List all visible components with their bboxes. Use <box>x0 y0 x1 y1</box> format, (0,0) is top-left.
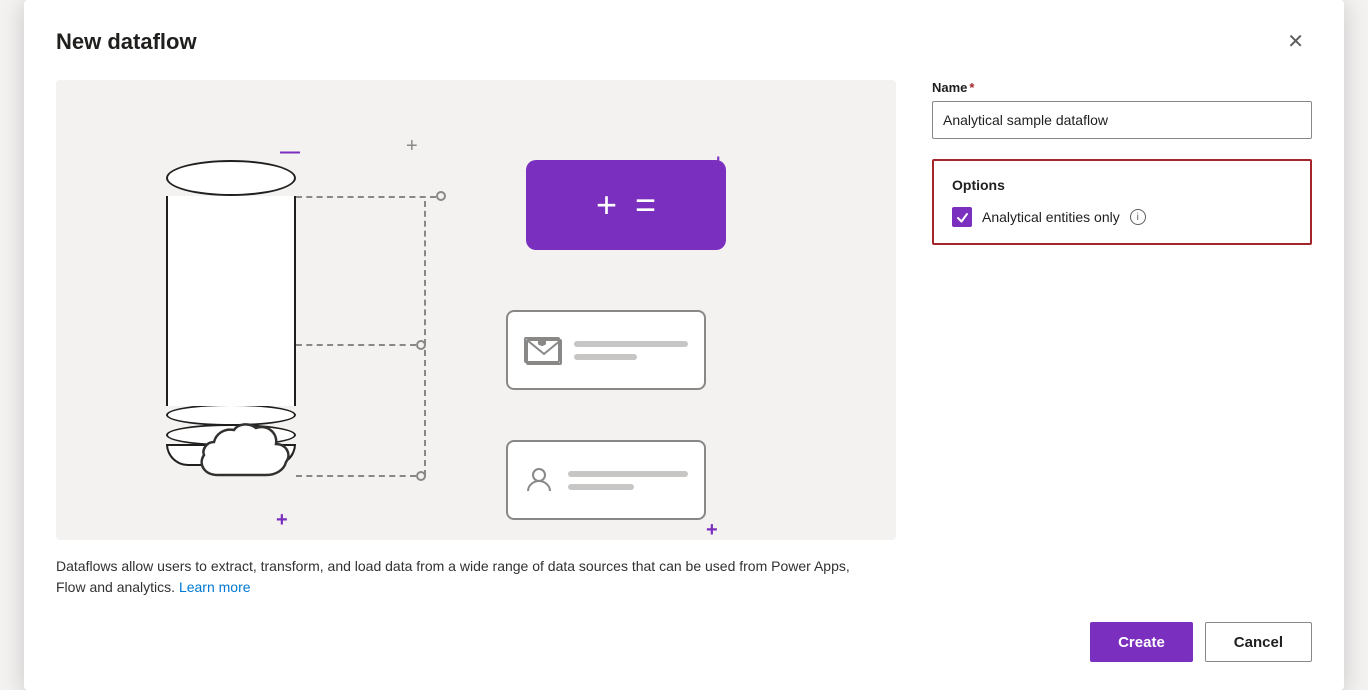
options-title: Options <box>952 177 1292 193</box>
deco-plus-3: + <box>706 520 718 540</box>
dialog-header: New dataflow ✕ <box>56 28 1312 56</box>
email-card <box>506 310 706 390</box>
cancel-button[interactable]: Cancel <box>1205 622 1312 662</box>
analytical-entities-checkbox[interactable] <box>952 207 972 227</box>
learn-more-link[interactable]: Learn more <box>179 579 251 595</box>
card-line-2 <box>574 354 637 360</box>
new-dataflow-dialog: New dataflow ✕ <box>24 0 1344 690</box>
person-card <box>506 440 706 520</box>
email-card-lines <box>574 341 688 360</box>
person-card-line-2 <box>568 484 634 490</box>
plus-icon: + <box>596 187 617 223</box>
dialog-body: + = <box>56 80 1312 598</box>
deco-plus-1: + <box>406 136 418 156</box>
db-top <box>166 160 296 196</box>
analytical-entities-row: Analytical entities only i <box>952 207 1292 227</box>
connector-line-3 <box>424 201 426 345</box>
add-equals-card: + = <box>526 160 726 250</box>
analytical-entities-label: Analytical entities only <box>982 209 1120 225</box>
card-line-1 <box>574 341 688 347</box>
equals-icon: = <box>635 187 656 223</box>
options-section: Options Analytical entities only i <box>932 159 1312 245</box>
create-button[interactable]: Create <box>1090 622 1193 662</box>
db-body <box>166 196 296 406</box>
illustration-area: + = <box>56 80 896 540</box>
connector-line-5 <box>424 350 426 476</box>
person-card-line-1 <box>568 471 688 477</box>
dialog-title: New dataflow <box>56 29 197 55</box>
name-field-group: Name* <box>932 80 1312 139</box>
close-button[interactable]: ✕ <box>1279 28 1312 56</box>
email-envelope-icon <box>524 337 560 363</box>
person-card-lines <box>568 471 688 490</box>
connector-line-2 <box>296 344 416 346</box>
connector-line-4 <box>296 475 416 477</box>
deco-plus-2: + <box>276 510 288 530</box>
connector-line-1 <box>296 196 436 198</box>
connector-dot-1 <box>436 191 446 201</box>
description-text: Dataflows allow users to extract, transf… <box>56 556 876 598</box>
name-input[interactable] <box>932 101 1312 139</box>
deco-dash-1: — <box>280 142 300 162</box>
deco-rect-1: | <box>716 155 720 173</box>
dialog-footer: Create Cancel <box>56 622 1312 662</box>
cloud-icon <box>196 420 306 495</box>
info-icon[interactable]: i <box>1130 209 1146 225</box>
required-star: * <box>969 80 974 95</box>
person-icon <box>524 465 554 495</box>
left-panel: + = <box>56 80 900 598</box>
name-field-label: Name* <box>932 80 1312 95</box>
right-panel: Name* Options Analytical entities only i <box>932 80 1312 598</box>
